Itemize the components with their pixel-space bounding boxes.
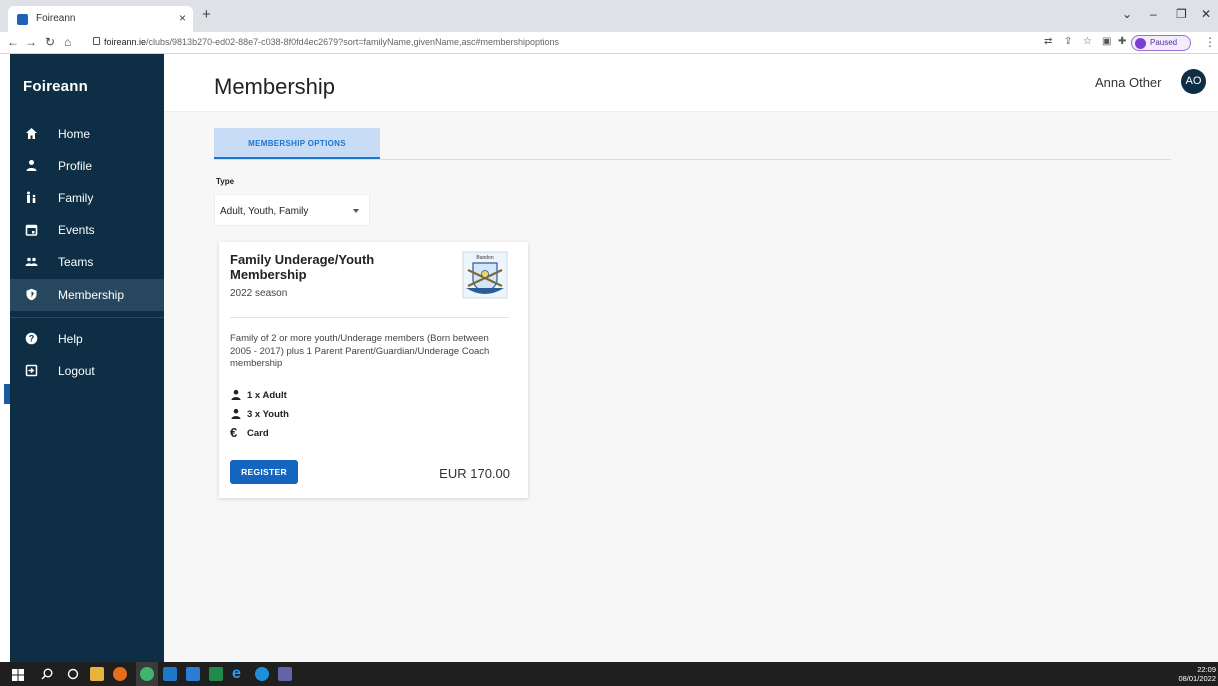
home-icon xyxy=(25,127,38,140)
type-select[interactable]: Adult, Youth, Family xyxy=(214,194,370,226)
youth-count: 3 x Youth xyxy=(247,409,289,420)
firefox-icon[interactable] xyxy=(113,667,127,681)
teams-icon[interactable] xyxy=(278,667,292,681)
register-button[interactable]: REGISTER xyxy=(230,460,298,484)
puzzle-icon[interactable]: ✚ xyxy=(1118,36,1126,47)
windows-start-icon[interactable] xyxy=(12,668,24,681)
membership-season: 2022 season xyxy=(230,288,288,299)
close-window-icon[interactable]: ✕ xyxy=(1201,7,1211,21)
profile-paused-button[interactable]: Paused xyxy=(1131,35,1191,51)
sidebar-item-label: Profile xyxy=(58,159,93,173)
membership-description: Family of 2 or more youth/Underage membe… xyxy=(230,333,490,369)
adult-count: 1 x Adult xyxy=(247,390,287,401)
restore-icon[interactable]: ❐ xyxy=(1176,7,1187,21)
bookmark-star-icon[interactable]: ☆ xyxy=(1083,36,1092,47)
sidebar-divider xyxy=(10,317,164,318)
sidebar-item-logout[interactable]: Logout xyxy=(10,355,164,387)
excel-icon[interactable] xyxy=(209,667,223,681)
clock-date: 08/01/2022 xyxy=(1178,674,1216,683)
sidebar-item-label: Home xyxy=(58,127,91,141)
system-clock[interactable]: 22:09 08/01/2022 xyxy=(1176,665,1216,683)
edge-icon[interactable] xyxy=(255,667,269,681)
url-field[interactable]: foireann.ie/clubs/9813b270-ed02-88e7-c03… xyxy=(104,37,559,47)
sidebar-item-label: Logout xyxy=(58,364,95,378)
type-filter-label: Type xyxy=(216,177,235,186)
profile-avatar-icon xyxy=(1135,38,1146,49)
clock-time: 22:09 xyxy=(1197,665,1216,674)
user-name[interactable]: Anna Other xyxy=(1095,75,1162,90)
new-tab-icon[interactable]: + xyxy=(202,6,211,23)
sidebar-item-help[interactable]: ? Help xyxy=(10,323,164,355)
lock-icon[interactable] xyxy=(93,37,100,45)
group-icon xyxy=(25,255,38,268)
internet-explorer-icon[interactable]: e xyxy=(232,666,246,682)
avatar[interactable]: AO xyxy=(1181,69,1206,94)
chevron-down-icon xyxy=(353,209,359,213)
tab-close-icon[interactable]: × xyxy=(179,11,186,25)
svg-text:?: ? xyxy=(29,334,35,344)
address-bar: ← → ↻ ⌂ foireann.ie/clubs/9813b270-ed02-… xyxy=(0,32,1218,54)
help-icon: ? xyxy=(25,332,38,345)
browser-tab-title: Foireann xyxy=(36,13,76,24)
browser-menu-icon[interactable]: ⋮ xyxy=(1204,35,1216,49)
sidebar-item-events[interactable]: Events xyxy=(10,214,164,246)
sidebar-item-label: Teams xyxy=(58,255,94,269)
card-divider xyxy=(230,317,509,318)
main-content: Membership Anna Other AO MEMBERSHIP OPTI… xyxy=(164,54,1218,662)
sidebar-item-membership[interactable]: Membership xyxy=(10,279,164,311)
person-icon xyxy=(231,389,241,400)
shield-icon xyxy=(25,288,38,301)
extension-icon[interactable]: ▣ xyxy=(1102,36,1111,47)
sidebar-item-family[interactable]: Family xyxy=(10,182,164,214)
back-icon[interactable]: ← xyxy=(7,35,19,49)
left-edge-strip xyxy=(0,54,10,662)
person-icon xyxy=(25,159,38,172)
type-select-value: Adult, Youth, Family xyxy=(220,206,309,217)
family-icon xyxy=(25,191,38,204)
chrome-icon[interactable] xyxy=(140,667,154,681)
sidebar-item-teams[interactable]: Teams xyxy=(10,246,164,278)
membership-price: EUR 170.00 xyxy=(439,466,510,481)
payment-method: Card xyxy=(247,428,269,439)
sidebar: Foireann Home Profile Family Events Team… xyxy=(10,54,164,662)
logout-icon xyxy=(25,364,38,377)
word-icon[interactable] xyxy=(186,667,200,681)
sidebar-item-home[interactable]: Home xyxy=(10,118,164,150)
outlook-icon[interactable] xyxy=(163,667,177,681)
sidebar-item-label: Family xyxy=(58,191,94,205)
crest-label: Bandon xyxy=(476,255,493,261)
home-browser-icon[interactable]: ⌂ xyxy=(64,35,71,49)
minimize-icon[interactable]: – xyxy=(1150,7,1157,21)
tab-label: MEMBERSHIP OPTIONS xyxy=(248,139,346,148)
page-title: Membership xyxy=(214,74,336,99)
file-explorer-icon[interactable] xyxy=(90,667,104,681)
club-crest-icon: Bandon xyxy=(462,251,508,299)
membership-card: Family Underage/Youth Membership 2022 se… xyxy=(219,242,528,498)
cortana-icon[interactable] xyxy=(66,667,80,681)
sidebar-item-profile[interactable]: Profile xyxy=(10,150,164,182)
tab-bar: MEMBERSHIP OPTIONS xyxy=(214,128,1171,160)
os-taskbar: e 22:09 08/01/2022 xyxy=(0,662,1218,686)
browser-tab-strip: Foireann × + ⌄ – ❐ ✕ xyxy=(0,0,1218,32)
brand-logo[interactable]: Foireann xyxy=(23,78,88,95)
sidebar-item-label: Events xyxy=(58,223,95,237)
calendar-icon xyxy=(25,223,38,236)
euro-icon: € xyxy=(230,425,238,440)
share-icon[interactable]: ⇪ xyxy=(1064,36,1072,47)
paused-label: Paused xyxy=(1150,38,1178,47)
translate-icon[interactable]: ⇄ xyxy=(1044,36,1052,47)
membership-title: Family Underage/Youth Membership xyxy=(230,252,375,282)
page-header: Membership Anna Other AO xyxy=(164,54,1218,112)
browser-tab[interactable]: Foireann × xyxy=(8,6,193,32)
site-favicon-icon xyxy=(17,14,28,25)
sidebar-item-label: Help xyxy=(58,332,83,346)
tab-search-icon[interactable]: ⌄ xyxy=(1122,7,1132,21)
reload-icon[interactable]: ↻ xyxy=(45,35,55,49)
tab-membership-options[interactable]: MEMBERSHIP OPTIONS xyxy=(214,128,380,159)
sidebar-item-label: Membership xyxy=(58,288,125,302)
person-icon xyxy=(231,408,241,419)
search-icon[interactable] xyxy=(40,667,54,681)
forward-icon[interactable]: → xyxy=(25,35,37,49)
